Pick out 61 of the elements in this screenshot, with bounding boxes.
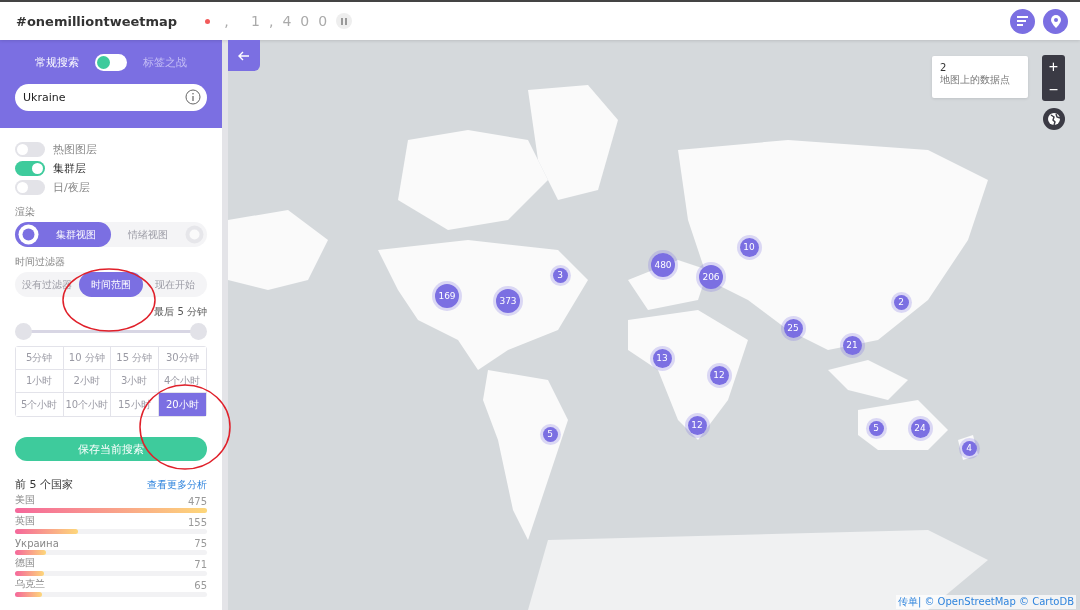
- time-preset[interactable]: 1小时: [16, 370, 64, 393]
- list-button[interactable]: [1010, 8, 1035, 34]
- circle-icon: [18, 224, 39, 245]
- time-preset[interactable]: 10 分钟: [63, 347, 111, 370]
- country-count: 75: [194, 538, 207, 549]
- map-attribution: 传单| © OpenStreetMap © CartoDB: [895, 595, 1076, 609]
- time-preset[interactable]: 5个小时: [16, 393, 64, 416]
- country-name: 英国: [15, 514, 35, 528]
- time-preset[interactable]: 20小时: [158, 393, 206, 416]
- smiley-icon: [185, 225, 204, 244]
- mode-option[interactable]: 标签之战: [143, 54, 187, 70]
- country-name: 乌克兰: [15, 577, 45, 591]
- info-icon[interactable]: [185, 89, 201, 105]
- data-point-label: 地图上的数据点: [940, 73, 1011, 87]
- slider-handle[interactable]: [15, 323, 32, 340]
- layer-toggle[interactable]: [15, 180, 45, 195]
- pause-icon[interactable]: [336, 13, 353, 29]
- location-pin-button[interactable]: [1043, 8, 1068, 34]
- time-filter-tab[interactable]: 现在开始: [143, 272, 207, 297]
- time-filter-tab[interactable]: 时间范围: [79, 272, 143, 297]
- time-preset[interactable]: 5分钟: [16, 347, 64, 370]
- search-field[interactable]: Ukraine: [15, 84, 207, 111]
- layer-label: 日/夜层: [53, 180, 90, 195]
- section-title: 前 5 个国家: [15, 477, 73, 492]
- layer-toggle[interactable]: [15, 142, 45, 157]
- country-name: Украина: [15, 538, 59, 549]
- layer-toggle[interactable]: [15, 161, 45, 176]
- country-name: 德国: [15, 556, 35, 570]
- country-name: 美国: [15, 493, 35, 507]
- render-option[interactable]: 情绪视图: [111, 222, 207, 247]
- time-preset[interactable]: 3小时: [111, 370, 159, 393]
- section-label: 渲染: [15, 205, 36, 219]
- layer-label: 热图图层: [53, 142, 97, 157]
- zoom-in-button[interactable]: +: [1042, 55, 1065, 78]
- time-slider[interactable]: [15, 323, 207, 340]
- globe-icon: [1047, 112, 1061, 126]
- data-point-count: 2: [940, 62, 948, 73]
- tweet-counter: , 1,400: [224, 13, 337, 29]
- layer-label: 集群层: [53, 161, 86, 176]
- zoom-out-button[interactable]: −: [1042, 78, 1065, 101]
- lines-icon: [1017, 16, 1028, 26]
- time-preset[interactable]: 15 分钟: [111, 347, 159, 370]
- range-label: 最后 5 分钟: [154, 305, 207, 319]
- country-count: 71: [194, 559, 207, 570]
- app-title: #onemilliontweetmap: [16, 13, 178, 29]
- render-option[interactable]: 集群视图: [15, 222, 111, 247]
- time-preset[interactable]: 10个小时: [63, 393, 111, 416]
- slider-handle[interactable]: [190, 323, 207, 340]
- time-preset[interactable]: 30分钟: [158, 347, 206, 370]
- country-count: 475: [187, 496, 207, 507]
- mode-option[interactable]: 常规搜索: [35, 54, 79, 70]
- location-pin-icon: [1050, 14, 1061, 28]
- more-analysis-link[interactable]: 查看更多分析: [147, 477, 207, 492]
- time-preset[interactable]: 2小时: [63, 370, 111, 393]
- section-label: 时间过滤器: [15, 255, 66, 269]
- save-search-button[interactable]: 保存当前搜索: [15, 437, 207, 461]
- country-count: 155: [187, 517, 207, 528]
- arrow-left-icon: [238, 50, 250, 61]
- country-count: 65: [194, 580, 207, 591]
- mode-toggle[interactable]: [95, 53, 127, 71]
- back-button[interactable]: [228, 40, 260, 71]
